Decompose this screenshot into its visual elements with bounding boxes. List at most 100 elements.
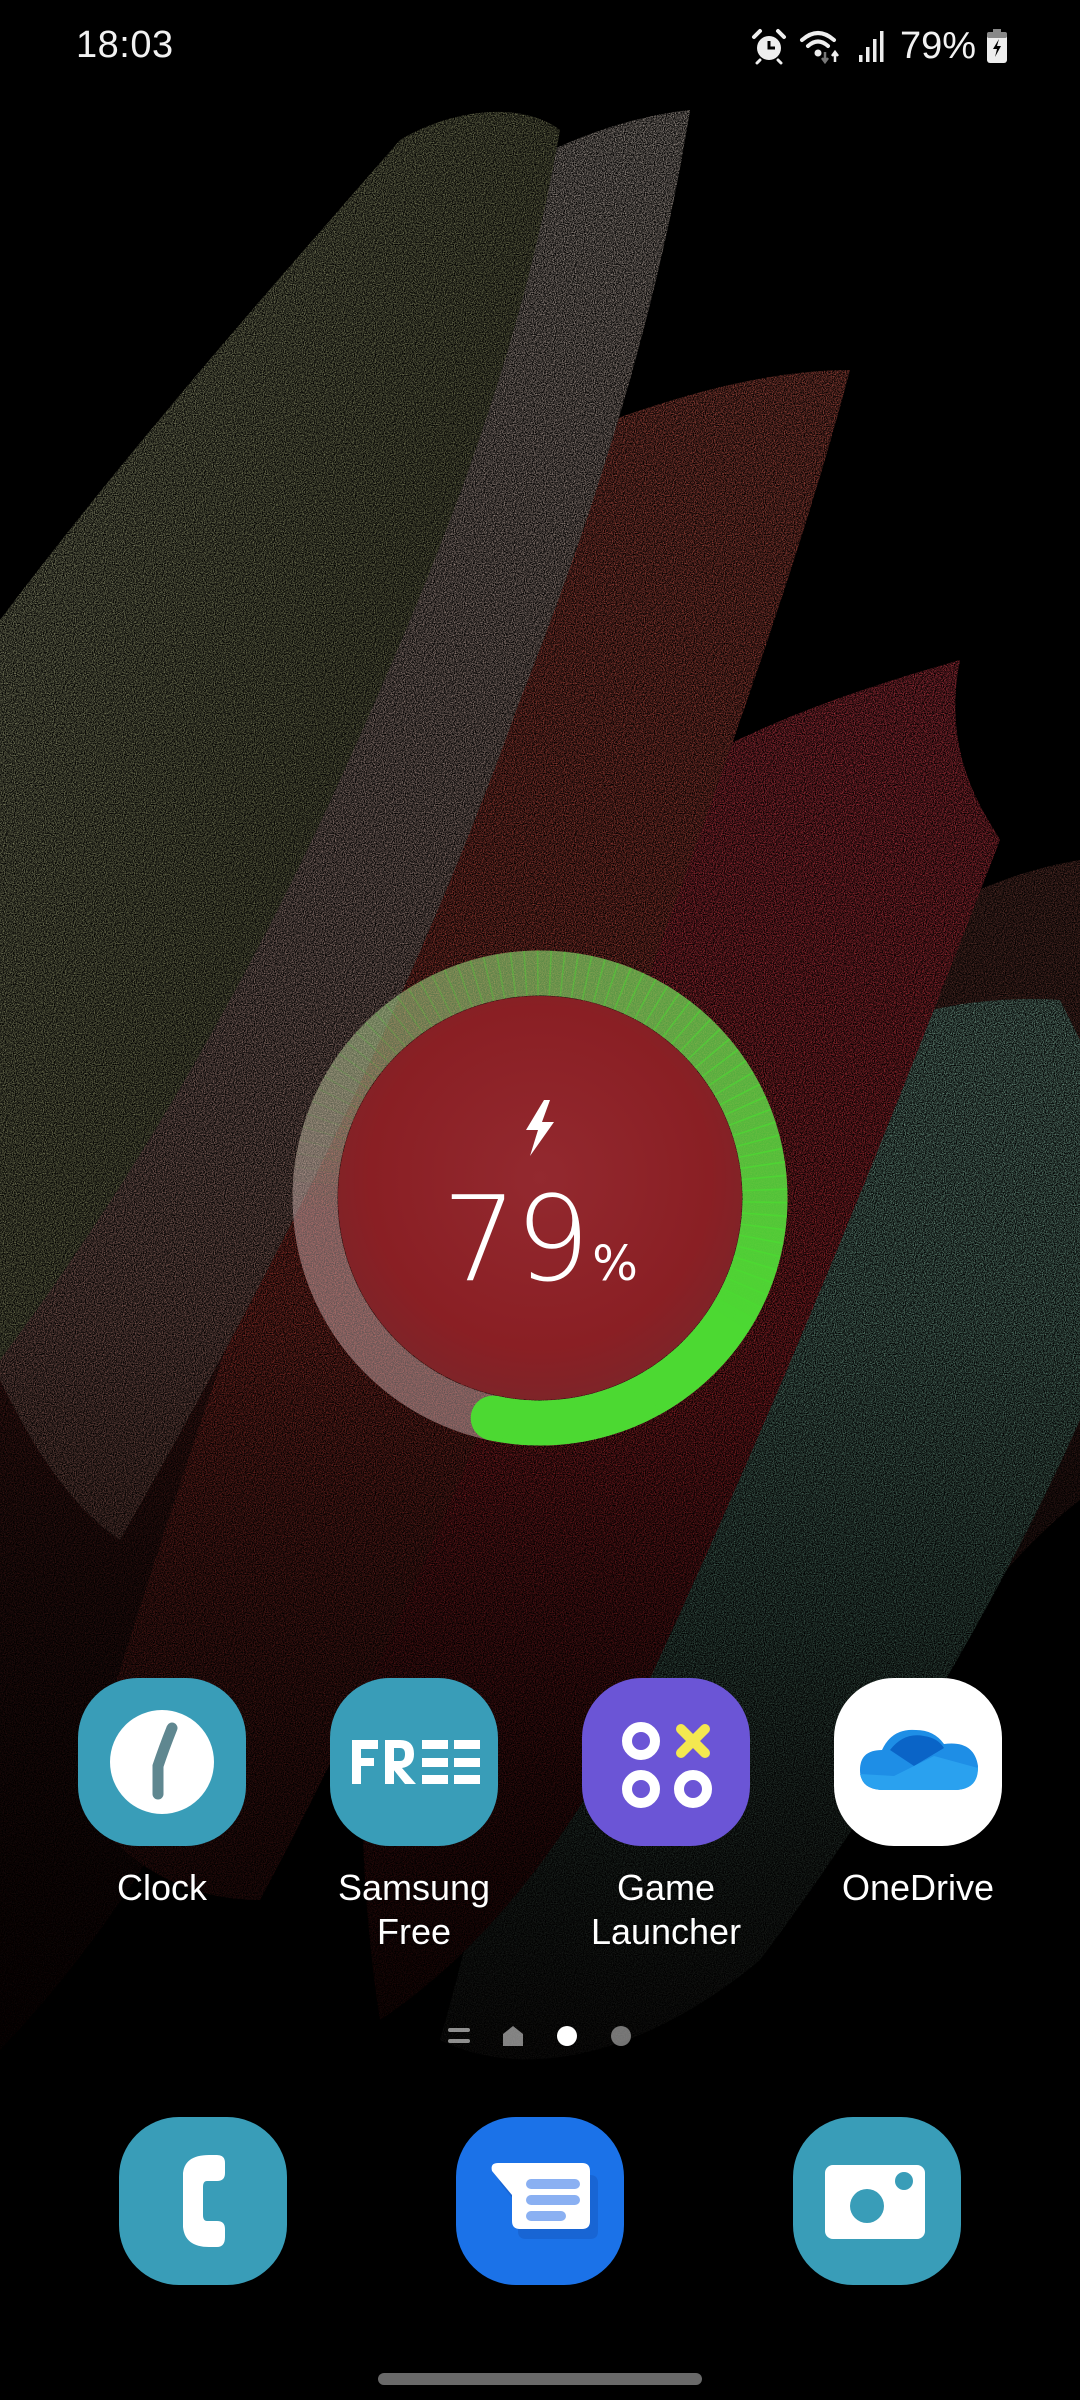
battery-value: 79% [290, 1170, 790, 1308]
battery-arc-segment [637, 1369, 673, 1416]
battery-arc-segment [662, 1000, 702, 1045]
battery-arc-segment [338, 1041, 383, 1081]
gesture-nav-handle[interactable] [378, 2373, 702, 2385]
battery-arc-segment [681, 1333, 725, 1375]
battery-arc-segment [570, 953, 593, 1001]
battery-arc-segment [664, 1349, 705, 1393]
battery-arc-segment [496, 952, 517, 999]
battery-arc-segment [559, 951, 580, 999]
battery-arc-segment [719, 1083, 767, 1116]
battery-arc-segment [299, 1125, 347, 1152]
battery-arc-end-cap [470, 1395, 516, 1441]
battery-arc-segment [592, 958, 619, 1007]
battery-percent-unit: % [592, 1236, 638, 1292]
battery-arc-segment [623, 972, 657, 1020]
battery-widget[interactable]: 79% [290, 948, 790, 1448]
wifi-icon [799, 31, 839, 65]
battery-arc-segment [584, 1392, 611, 1440]
battery-arc-segment [407, 981, 443, 1028]
battery-arc-segment [513, 1399, 532, 1446]
app-label: Clock [116, 1867, 208, 1908]
app-label: Game Launcher [590, 1867, 742, 1952]
battery-arc-segment [294, 1152, 342, 1174]
battery-arc-segment [574, 1395, 597, 1442]
battery-arc-segment [724, 1095, 772, 1127]
battery-arc-segment [581, 955, 606, 1003]
battery-arc-segment [728, 1108, 776, 1137]
battery-arc-segment [456, 960, 484, 1008]
battery-arc-segment [694, 1038, 739, 1078]
page-indicator-dot[interactable] [611, 2026, 631, 2046]
battery-arc-segment [679, 1018, 722, 1061]
status-icons: 79% [750, 22, 1008, 70]
dock-phone[interactable] [119, 2117, 287, 2285]
status-time: 18:03 [76, 24, 174, 66]
battery-arc-segment [523, 950, 539, 996]
message-icon [491, 2163, 598, 2239]
page-indicator-home-icon[interactable] [502, 2025, 524, 2047]
battery-arc-segment [603, 962, 632, 1010]
battery-arc-segment [385, 995, 424, 1041]
battery-charging-icon [987, 29, 1007, 63]
battery-arc-segment [738, 1147, 785, 1170]
phone-icon [183, 2155, 225, 2247]
battery-arc-segment [656, 1356, 695, 1401]
signal-icon [858, 31, 884, 62]
status-battery-percent: 79% [899, 24, 976, 67]
battery-arc-segment [346, 1031, 391, 1072]
battery-arc-segment [311, 1087, 359, 1120]
battery-arc-segment [709, 1297, 756, 1333]
dock-camera[interactable] [793, 2117, 961, 2285]
page-indicator-menu-icon[interactable] [448, 2028, 470, 2046]
battery-arc-segment [330, 1052, 377, 1090]
battery-arc-segment [653, 992, 691, 1038]
battery-arc-segment [548, 950, 566, 997]
free-logo-icon [330, 1678, 498, 1846]
battery-arc-segment [732, 1121, 780, 1148]
app-samsung-free[interactable]: Samsung Free [288, 1678, 540, 1954]
tic-tac-toe-icon [582, 1678, 750, 1846]
battery-arc-segment [735, 1134, 783, 1159]
camera-icon [825, 2165, 925, 2239]
battery-arc-segment [703, 1306, 749, 1344]
battery-arc-segment [595, 1388, 624, 1436]
battery-arc-segment [302, 1112, 350, 1141]
battery-arc-segment [613, 967, 645, 1015]
battery-arc-segment [443, 964, 474, 1012]
app-clock[interactable]: Clock [36, 1678, 288, 1910]
alarm-icon [751, 29, 786, 65]
lightning-bolt-icon [526, 1100, 554, 1156]
battery-arc-segment [701, 1048, 747, 1087]
battery-arc-segment [323, 1064, 370, 1100]
battery-arc-segment [708, 1060, 754, 1096]
battery-arc-segment [296, 1138, 344, 1163]
battery-arc-segment [317, 1075, 365, 1110]
battery-arc-segment [627, 1374, 661, 1422]
battery-arc-segment [396, 988, 433, 1034]
battery-arc-segment [606, 1384, 636, 1432]
battery-arc-segment [482, 954, 506, 1002]
app-label: Samsung Free [337, 1867, 491, 1952]
battery-arc-segment [646, 1362, 684, 1409]
battery-arc-segment [562, 1397, 584, 1444]
page-indicator-dot-active[interactable] [557, 2026, 577, 2046]
battery-arc-segment [364, 1012, 407, 1055]
clock-icon [78, 1678, 246, 1846]
page-indicator [0, 2023, 1080, 2053]
dock-messages[interactable] [456, 2117, 624, 2285]
battery-arc-segment [551, 1398, 570, 1446]
app-game-launcher[interactable]: Game Launcher [540, 1678, 792, 1954]
battery-arc-segment [616, 1380, 649, 1427]
cloud-icon [834, 1678, 1002, 1846]
battery-arc-segment [509, 950, 528, 998]
battery-arc-segment [469, 956, 495, 1004]
battery-arc-segment [431, 969, 463, 1017]
battery-arc-segment [643, 985, 680, 1032]
battery-arc-segment [696, 1315, 742, 1355]
battery-arc-segment [670, 1009, 712, 1053]
battery-arc-segment [687, 1028, 731, 1069]
app-label: OneDrive [841, 1867, 995, 1908]
battery-arc-segment [374, 1003, 415, 1048]
app-onedrive[interactable]: OneDrive [792, 1678, 1044, 1910]
battery-arc-segment [714, 1071, 761, 1106]
